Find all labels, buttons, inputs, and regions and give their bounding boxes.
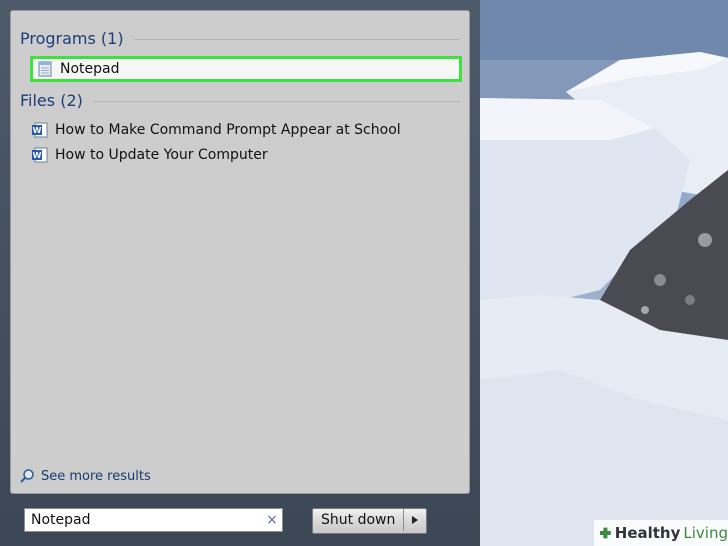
healthy-living-watermark: Healthy Living — [594, 520, 728, 546]
svg-text:W: W — [33, 126, 42, 135]
program-result-notepad[interactable]: Notepad — [30, 56, 462, 82]
shutdown-control: Shut down — [312, 508, 428, 534]
files-section-header: Files (2) — [20, 89, 460, 111]
search-results-panel: Programs (1) Notepad Files (2) W How to … — [10, 10, 470, 494]
clear-search-icon[interactable]: × — [262, 512, 282, 528]
see-more-results-link[interactable]: See more results — [19, 466, 151, 486]
file-result-label: How to Update Your Computer — [55, 147, 268, 163]
programs-section-header: Programs (1) — [20, 27, 460, 49]
notepad-icon — [38, 61, 52, 77]
watermark-text-1: Healthy — [614, 524, 681, 542]
svg-text:W: W — [33, 151, 42, 160]
file-result-1[interactable]: W How to Make Command Prompt Appear at S… — [31, 119, 461, 141]
start-menu: Programs (1) Notepad Files (2) W How to … — [0, 0, 480, 546]
file-result-2[interactable]: W How to Update Your Computer — [31, 144, 461, 166]
word-document-icon: W — [32, 122, 48, 138]
files-header-label: Files (2) — [20, 90, 83, 110]
file-result-label: How to Make Command Prompt Appear at Sch… — [55, 122, 401, 138]
see-more-label: See more results — [41, 468, 151, 484]
shutdown-button[interactable]: Shut down — [313, 509, 405, 531]
word-document-icon: W — [32, 147, 48, 163]
program-result-label: Notepad — [60, 61, 120, 77]
search-input[interactable] — [25, 509, 262, 531]
section-divider — [92, 100, 460, 102]
plus-cross-icon — [600, 527, 611, 539]
start-search-box[interactable]: × — [24, 508, 283, 532]
magnifier-icon — [20, 469, 34, 483]
programs-header-label: Programs (1) — [20, 28, 124, 48]
section-divider — [133, 38, 460, 40]
shutdown-options-arrow-icon[interactable] — [404, 509, 426, 531]
watermark-text-2: Living — [683, 524, 728, 542]
